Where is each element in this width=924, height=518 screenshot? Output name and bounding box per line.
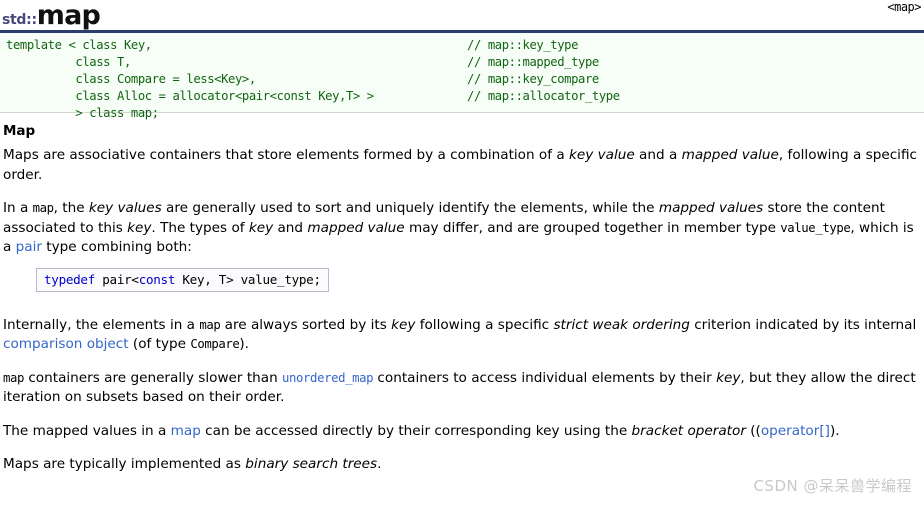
paragraph-key-values: In a map, the key values are generally u… xyxy=(3,199,921,258)
text-fragment: can be accessed directly by their corres… xyxy=(200,422,632,439)
inline-code-compare: Compare xyxy=(190,337,240,351)
emphasis-mapped-value: mapped value xyxy=(681,147,779,163)
page-title: std::map xyxy=(2,0,101,31)
link-map[interactable]: map xyxy=(171,423,201,439)
paragraph-internal-sorting: Internally, the elements in a map are al… xyxy=(3,316,921,355)
inline-code-map: map xyxy=(32,201,54,215)
inline-code-value-type: value_type xyxy=(780,220,851,235)
paragraph-bracket-operator: The mapped values in a map can be access… xyxy=(3,422,921,442)
text-fragment: . xyxy=(377,456,382,472)
text-fragment: containers to access individual elements… xyxy=(373,369,717,386)
prototype-comment: // map::allocator_type xyxy=(467,89,620,103)
csdn-watermark: CSDN @呆呆兽学编程 xyxy=(753,477,912,495)
emphasis-key-2: key xyxy=(248,219,274,236)
paragraph-performance: map containers are generally slower than… xyxy=(3,369,921,408)
prototype-row: class T, // map::mapped_type xyxy=(0,54,924,71)
emphasis-key: key xyxy=(127,219,152,236)
emphasis-binary-search-trees: binary search trees xyxy=(245,456,378,472)
text-fragment: and xyxy=(273,219,308,236)
prototype-code: > class map; xyxy=(6,106,159,120)
text-fragment: Maps are typically implemented as xyxy=(3,456,246,472)
section-heading-map: Map xyxy=(3,123,36,139)
paragraph-implementation: Maps are typically implemented as binary… xyxy=(3,455,921,475)
text-fragment: Maps are associative containers that sto… xyxy=(3,147,569,163)
text-fragment: (of type xyxy=(128,336,191,352)
text-fragment: and a xyxy=(634,147,682,163)
prototype-code: class Alloc = allocator<pair<const Key,T… xyxy=(6,89,374,103)
text-fragment: The mapped values in a xyxy=(3,422,171,439)
text-fragment: may differ, and are grouped together in … xyxy=(404,219,781,236)
text-fragment: following a specific xyxy=(415,316,554,333)
emphasis-mapped-value-2: mapped value xyxy=(307,219,405,236)
text-fragment: criterion indicated by its internal xyxy=(689,316,917,333)
inline-code-map: map xyxy=(3,370,25,385)
prototype-lines: template < class Key, // map::key_type c… xyxy=(0,37,924,122)
prototype-comment: // map::mapped_type xyxy=(467,55,599,69)
text-fragment: containers are generally slower than xyxy=(24,369,283,386)
prototype-code: class Compare = less<Key>, xyxy=(6,72,256,86)
prototype-row: template < class Key, // map::key_type xyxy=(0,37,924,54)
emphasis-key-values: key values xyxy=(88,200,162,216)
text-fragment: ). xyxy=(829,422,840,439)
link-comparison-object[interactable]: comparison object xyxy=(3,336,129,352)
paragraph-definition: Maps are associative containers that sto… xyxy=(3,146,921,185)
prototype-comment: // map::key_compare xyxy=(467,72,599,86)
typedef-code-wrapper: typedef pair<const Key, T> value_type; xyxy=(36,267,921,292)
prototype-comment: // map::key_type xyxy=(467,38,578,52)
emphasis-mapped-values: mapped values xyxy=(658,200,764,216)
prototype-code: class T, xyxy=(6,55,131,69)
header-include-link[interactable]: <map> xyxy=(887,0,921,14)
link-unordered-map[interactable]: unordered_map xyxy=(282,371,373,385)
link-pair[interactable]: pair xyxy=(16,239,42,255)
prototype-code: template < class Key, xyxy=(6,38,152,52)
article-content: Map Maps are associative containers that… xyxy=(0,113,924,475)
emphasis-key: key xyxy=(391,316,416,333)
inline-code-map: map xyxy=(199,317,221,332)
text-fragment: Internally, the elements in a xyxy=(3,316,200,333)
link-operator-bracket[interactable]: operator[] xyxy=(761,423,830,439)
text-fragment: are always sorted by its xyxy=(220,316,392,333)
page-title-namespace: std:: xyxy=(2,12,37,28)
typedef-mid: pair< xyxy=(94,271,139,287)
text-fragment: (( xyxy=(745,422,761,439)
prototype-row: class Compare = less<Key>, // map::key_c… xyxy=(0,71,924,88)
keyword-const: const xyxy=(138,271,176,287)
prototype-code-block: template < class Key, // map::key_type c… xyxy=(0,30,924,120)
emphasis-key: key xyxy=(716,369,741,386)
emphasis-strict-weak-ordering: strict weak ordering xyxy=(553,316,690,333)
text-fragment: , the xyxy=(53,200,89,216)
text-fragment: are generally used to sort and uniquely … xyxy=(161,200,659,216)
keyword-typedef: typedef xyxy=(44,271,95,287)
page-title-name: map xyxy=(36,0,101,31)
typedef-code-box: typedef pair<const Key, T> value_type; xyxy=(36,267,329,292)
emphasis-bracket-operator: bracket operator xyxy=(631,422,746,439)
emphasis-key-value: key value xyxy=(569,147,635,163)
prototype-row: > class map; xyxy=(0,105,924,122)
text-fragment: In a xyxy=(3,200,33,216)
page-header: std::map <map> xyxy=(0,0,924,31)
text-fragment: ). xyxy=(239,336,249,352)
text-fragment: . The types of xyxy=(151,219,249,236)
typedef-tail: Key, T> value_type; xyxy=(175,271,321,287)
text-fragment: type combining both: xyxy=(41,239,192,255)
prototype-row: class Alloc = allocator<pair<const Key,T… xyxy=(0,88,924,105)
